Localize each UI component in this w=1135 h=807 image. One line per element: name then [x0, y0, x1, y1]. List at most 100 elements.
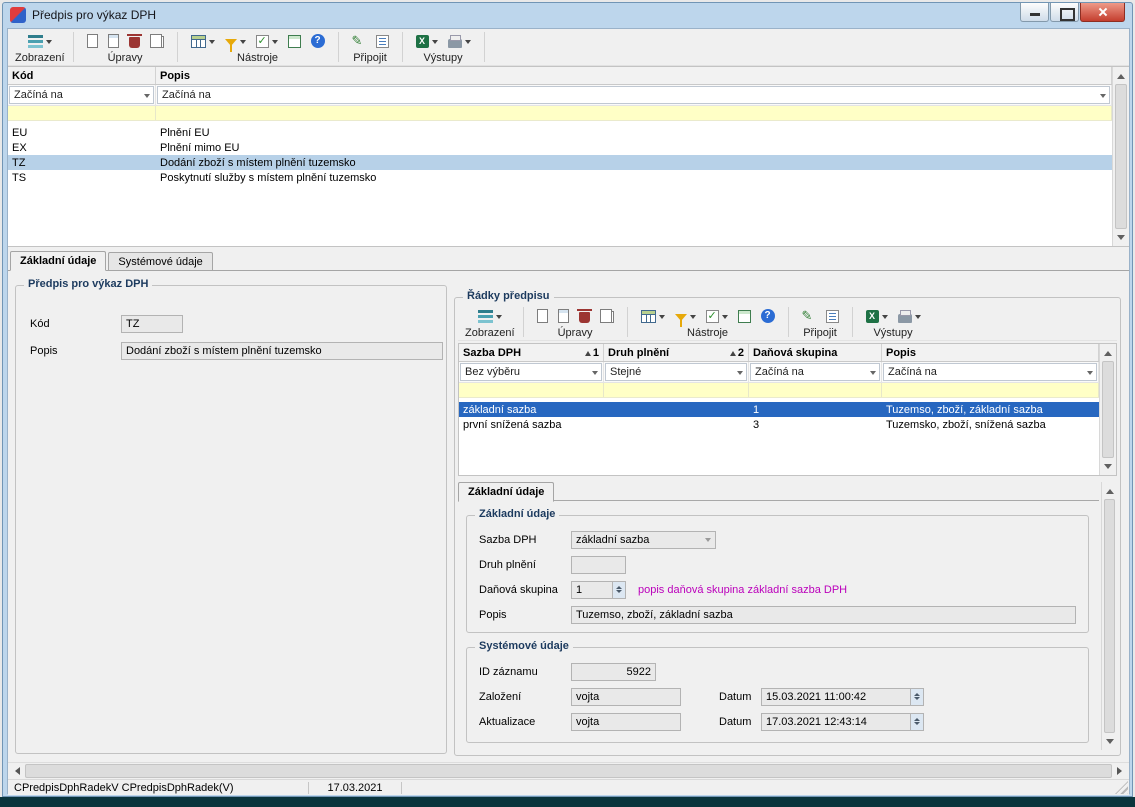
table-row[interactable]: první snížená sazba 3 Tuzemsko, zboží, s…	[459, 417, 1099, 432]
table-menu-button[interactable]	[187, 33, 219, 50]
cell-kod: EX	[8, 140, 156, 155]
tb-group-zobrazeni: Zobrazení	[8, 29, 72, 65]
table-row-selected[interactable]: TZ Dodání zboží s místem plnění tuzemsko	[8, 155, 1112, 170]
rows-spreadsheet-button[interactable]	[734, 308, 755, 325]
scroll-down-button[interactable]	[1102, 734, 1117, 750]
delete-record-button[interactable]	[125, 32, 144, 50]
filter-input-popis[interactable]	[156, 106, 1112, 120]
table-icon	[191, 35, 206, 48]
view-icon	[28, 35, 43, 48]
filter-druh-combo[interactable]: Stejné	[605, 363, 747, 381]
rows-print-button[interactable]	[894, 307, 925, 325]
attach-list-button[interactable]	[372, 33, 393, 50]
marking-menu-button[interactable]	[252, 33, 282, 50]
help-button[interactable]	[307, 32, 329, 50]
cell-popis: Tuzemso, zboží, základní sazba	[882, 402, 1099, 417]
druh-plneni-field[interactable]	[571, 556, 626, 574]
tb-group-vystupy: Výstupy	[404, 29, 483, 65]
spinner-control[interactable]	[911, 713, 924, 731]
filter-input-row[interactable]	[459, 383, 1099, 398]
detail-popis-field[interactable]: Tuzemso, zboží, základní sazba	[571, 606, 1076, 624]
rows-view-menu-button[interactable]	[474, 308, 506, 325]
popis-field[interactable]: Dodání zboží s místem plnění tuzemsko	[121, 342, 443, 360]
filter-popis-combo[interactable]: Začíná na	[157, 86, 1110, 104]
rows-attach-list-button[interactable]	[822, 308, 843, 325]
tab-zakladni-udaje[interactable]: Základní údaje	[10, 251, 106, 271]
view-menu-button[interactable]	[24, 33, 56, 50]
scroll-up-button[interactable]	[1100, 344, 1116, 360]
rows-filter-menu-button[interactable]	[671, 308, 700, 324]
rows-new-record-button[interactable]	[533, 307, 552, 325]
column-header-druh[interactable]: Druh plnění 2	[604, 344, 749, 361]
kod-field[interactable]: TZ	[121, 315, 183, 333]
arrow-down-icon	[1117, 235, 1125, 244]
edit-record-button[interactable]	[104, 32, 123, 50]
vertical-scrollbar[interactable]	[1112, 67, 1129, 246]
tab-detail-zakladni[interactable]: Základní údaje	[458, 482, 554, 502]
spinner-control[interactable]	[911, 688, 924, 706]
scroll-thumb[interactable]	[1115, 84, 1127, 229]
main-tab-panel: Předpis pro výkaz DPH Kód TZ Popis Dodán…	[8, 270, 1129, 762]
scroll-thumb[interactable]	[25, 764, 1112, 778]
sazba-dph-select[interactable]: základní sazba	[571, 531, 716, 549]
grid-header: Kód Popis	[8, 67, 1112, 85]
arrow-down-icon	[1104, 464, 1112, 473]
scroll-down-button[interactable]	[1100, 459, 1116, 475]
sort-up-icon	[730, 348, 736, 356]
spreadsheet-button[interactable]	[284, 33, 305, 50]
column-header-skupina[interactable]: Daňová skupina	[749, 344, 882, 361]
filter-input-kod[interactable]	[8, 106, 156, 120]
scroll-down-button[interactable]	[1113, 230, 1129, 246]
filter-skupina-combo[interactable]: Začíná na	[750, 363, 880, 381]
horizontal-scrollbar[interactable]	[8, 762, 1129, 779]
spin-down-icon	[914, 697, 920, 703]
rows-excel-export-button[interactable]	[862, 308, 892, 325]
rows-edit-record-button[interactable]	[554, 307, 573, 325]
rows-attach-edit-button[interactable]	[798, 307, 820, 325]
rows-delete-record-button[interactable]	[575, 307, 594, 325]
table-row[interactable]: EU Plnění EU	[8, 125, 1112, 140]
maximize-button[interactable]	[1050, 3, 1079, 22]
column-header-popis[interactable]: Popis	[156, 67, 1112, 84]
scroll-thumb[interactable]	[1104, 499, 1115, 733]
rows-copy-record-button[interactable]	[596, 307, 618, 325]
scroll-left-button[interactable]	[8, 763, 25, 779]
main-toolbar: Zobrazení Úpravy	[8, 29, 1129, 66]
column-header-sazba[interactable]: Sazba DPH 1	[459, 344, 604, 361]
detail-popis-label: Popis	[479, 609, 571, 621]
new-record-button[interactable]	[83, 32, 102, 50]
table-row[interactable]: EX Plnění mimo EU	[8, 140, 1112, 155]
rows-marking-menu-button[interactable]	[702, 308, 732, 325]
vertical-scrollbar[interactable]	[1099, 344, 1116, 475]
print-button[interactable]	[444, 32, 475, 50]
column-header-kod[interactable]: Kód	[8, 67, 156, 84]
spinner-control[interactable]	[613, 581, 626, 599]
titlebar[interactable]: Předpis pro výkaz DPH	[3, 3, 1132, 27]
scroll-up-button[interactable]	[1102, 482, 1117, 498]
scroll-right-button[interactable]	[1112, 763, 1129, 779]
help-icon	[761, 309, 775, 323]
filter-popis-combo[interactable]: Začíná na	[883, 363, 1097, 381]
close-button[interactable]	[1080, 3, 1125, 22]
zalozeni-label: Založení	[479, 691, 571, 703]
tab-systemove-udaje[interactable]: Systémové údaje	[108, 252, 212, 271]
scroll-up-button[interactable]	[1113, 67, 1129, 83]
copy-record-button[interactable]	[146, 32, 168, 50]
excel-export-button[interactable]	[412, 33, 442, 50]
filter-input-row[interactable]	[8, 106, 1112, 121]
attach-edit-button[interactable]	[348, 32, 370, 50]
chevron-down-icon	[882, 315, 888, 322]
scroll-thumb[interactable]	[1102, 361, 1114, 458]
filter-kod-combo[interactable]: Začíná na	[9, 86, 154, 104]
minimize-button[interactable]	[1020, 3, 1049, 22]
danova-skupina-field[interactable]: 1	[571, 581, 613, 599]
table-row[interactable]: TS Poskytnutí služby s místem plnění tuz…	[8, 170, 1112, 185]
rows-help-button[interactable]	[757, 307, 779, 325]
filter-sazba-combo[interactable]: Bez výběru	[460, 363, 602, 381]
filter-menu-button[interactable]	[221, 33, 250, 49]
detail-vertical-scrollbar[interactable]	[1101, 482, 1117, 750]
table-row-selected[interactable]: základní sazba 1 Tuzemso, zboží, základn…	[459, 402, 1099, 417]
rows-table-menu-button[interactable]	[637, 308, 669, 325]
chevron-down-icon	[240, 40, 246, 47]
column-header-popis[interactable]: Popis	[882, 344, 1099, 361]
